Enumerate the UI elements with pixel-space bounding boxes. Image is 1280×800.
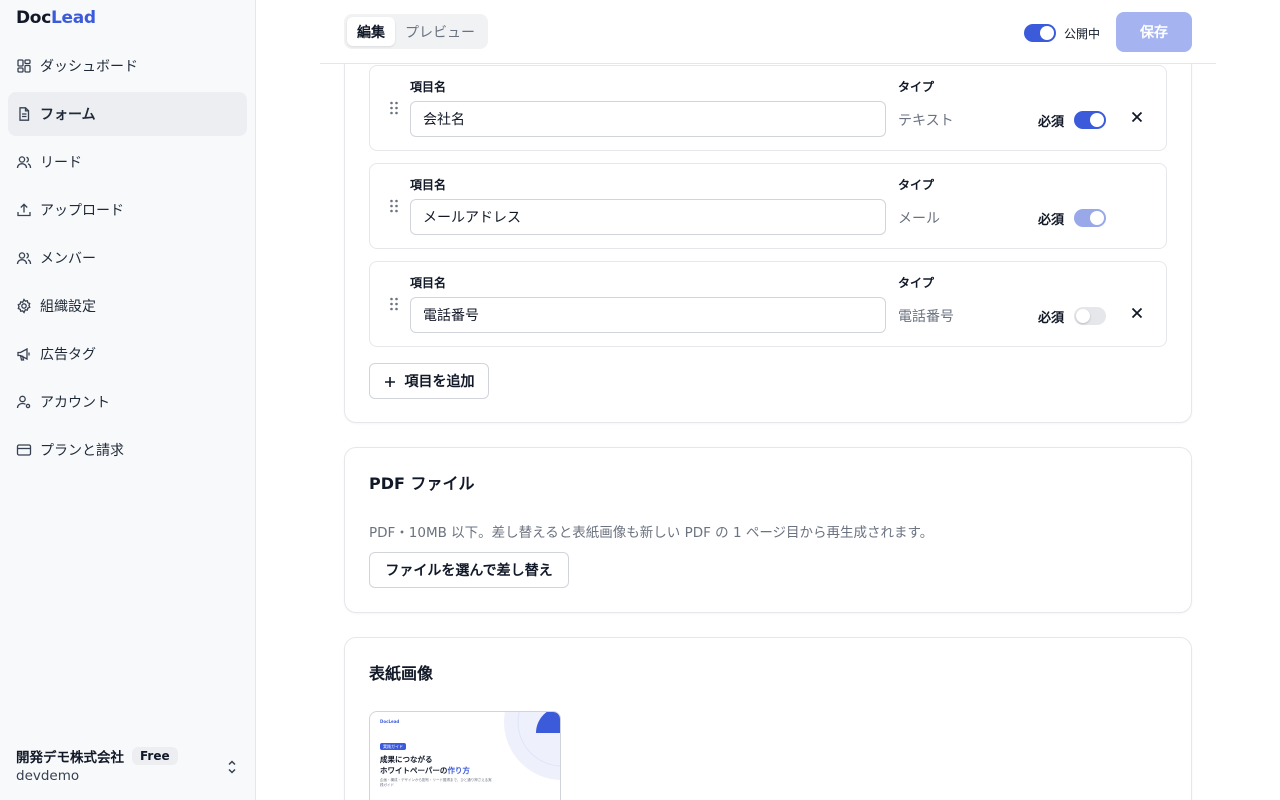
publish-toggle[interactable] bbox=[1024, 24, 1056, 42]
sidebar-item-label: アップロード bbox=[40, 203, 124, 219]
field-name-label: 項目名 bbox=[410, 80, 447, 94]
logo-text-lead: Lead bbox=[50, 8, 96, 28]
cover-thumbnail[interactable]: DocLead 実践ガイド 成果につながる ホワイトペーパーの作り方 企画・構成… bbox=[369, 711, 561, 800]
pdf-card-title: PDF ファイル bbox=[369, 474, 475, 493]
field-type-label: タイプ bbox=[898, 276, 935, 290]
org-slug: devdemo bbox=[16, 768, 80, 784]
drag-handle-icon[interactable] bbox=[388, 198, 400, 214]
pdf-file-card: PDF ファイル PDF・10MB 以下。差し替えると表紙画像も新しい PDF … bbox=[344, 447, 1192, 613]
credit-card-icon bbox=[16, 442, 32, 458]
sidebar-item-leads[interactable]: リード bbox=[8, 140, 247, 184]
cover-title: 成果につながる ホワイトペーパーの作り方 bbox=[380, 754, 470, 776]
cover-brand: DocLead bbox=[380, 719, 400, 724]
sidebar: DocLead ダッシュボード フォーム リード アップロード メンバー 組織設… bbox=[0, 0, 256, 800]
form-field-row: 項目名 メールアドレス タイプ メール 必須 bbox=[369, 163, 1167, 249]
sidebar-item-label: フォーム bbox=[40, 107, 96, 123]
replace-file-button[interactable]: ファイルを選んで差し替え bbox=[369, 552, 569, 588]
required-toggle[interactable] bbox=[1074, 307, 1106, 325]
dashboard-icon bbox=[16, 58, 32, 74]
required-label: 必須 bbox=[1038, 213, 1065, 228]
members-icon bbox=[16, 250, 32, 266]
sidebar-item-label: プランと請求 bbox=[40, 443, 124, 459]
field-name-input[interactable]: 電話番号 bbox=[410, 297, 886, 333]
cover-tag: 実践ガイド bbox=[380, 743, 406, 750]
sidebar-item-ad-tags[interactable]: 広告タグ bbox=[8, 332, 247, 376]
sidebar-item-label: アカウント bbox=[40, 395, 110, 411]
sidebar-item-forms[interactable]: フォーム bbox=[8, 92, 247, 136]
sidebar-item-org-settings[interactable]: 組織設定 bbox=[8, 284, 247, 328]
app-logo[interactable]: DocLead bbox=[16, 8, 96, 28]
sidebar-item-upload[interactable]: アップロード bbox=[8, 188, 247, 232]
field-name-input[interactable]: 会社名 bbox=[410, 101, 886, 137]
close-icon[interactable] bbox=[1130, 305, 1144, 319]
drag-handle-icon[interactable] bbox=[388, 296, 400, 312]
save-button[interactable]: 保存 bbox=[1116, 12, 1192, 52]
publish-control: 公開中 bbox=[1024, 24, 1100, 42]
editor-tabs: 編集 プレビュー bbox=[344, 14, 488, 49]
cover-title-line1: 成果につながる bbox=[380, 755, 433, 764]
plan-badge: Free bbox=[132, 747, 178, 765]
pdf-description: PDF・10MB 以下。差し替えると表紙画像も新しい PDF の 1 ページ目か… bbox=[369, 525, 934, 541]
field-type-value: メール bbox=[898, 211, 940, 227]
org-switcher[interactable]: 開発デモ株式会社 Free devdemo bbox=[16, 746, 246, 790]
field-type-label: タイプ bbox=[898, 80, 935, 94]
logo-text-doc: Doc bbox=[16, 8, 51, 28]
sidebar-item-dashboard[interactable]: ダッシュボード bbox=[8, 44, 247, 88]
field-type-label: タイプ bbox=[898, 178, 935, 192]
cover-image-card: 表紙画像 DocLead 実践ガイド 成果につながる ホワイトペーパーの作り方 … bbox=[344, 637, 1192, 800]
field-type-value: 電話番号 bbox=[898, 309, 954, 325]
sidebar-item-account[interactable]: アカウント bbox=[8, 380, 247, 424]
field-name-input[interactable]: メールアドレス bbox=[410, 199, 886, 235]
cover-subtitle: 企画・構成・デザインから配布・リード獲得まで、ひと通り押さえる実践ガイド bbox=[380, 778, 492, 787]
field-name-label: 項目名 bbox=[410, 178, 447, 192]
upload-icon bbox=[16, 202, 32, 218]
cover-card-title: 表紙画像 bbox=[369, 664, 434, 683]
users-icon bbox=[16, 154, 32, 170]
cover-title-line2b: 作り方 bbox=[447, 766, 470, 775]
cover-title-line2a: ホワイトペーパーの bbox=[380, 766, 448, 775]
required-toggle[interactable] bbox=[1074, 111, 1106, 129]
tab-preview[interactable]: プレビュー bbox=[395, 17, 485, 46]
org-name: 開発デモ株式会社 bbox=[16, 750, 124, 766]
sidebar-item-label: リード bbox=[40, 155, 82, 171]
sidebar-item-billing[interactable]: プランと請求 bbox=[8, 428, 247, 472]
account-icon bbox=[16, 394, 32, 410]
megaphone-icon bbox=[16, 346, 32, 362]
sidebar-nav: ダッシュボード フォーム リード アップロード メンバー 組織設定 広告タグ ア… bbox=[8, 44, 247, 476]
chevron-up-down-icon bbox=[224, 758, 240, 776]
field-name-label: 項目名 bbox=[410, 276, 447, 290]
add-field-label: 項目を追加 bbox=[404, 373, 475, 389]
form-field-row: 項目名 電話番号 タイプ 電話番号 必須 bbox=[369, 261, 1167, 347]
required-label: 必須 bbox=[1038, 311, 1065, 326]
form-icon bbox=[16, 106, 32, 122]
editor-header: 編集 プレビュー 公開中 保存 bbox=[320, 0, 1216, 64]
sidebar-item-members[interactable]: メンバー bbox=[8, 236, 247, 280]
required-toggle-disabled bbox=[1074, 209, 1106, 227]
sidebar-item-label: メンバー bbox=[40, 251, 96, 267]
close-icon[interactable] bbox=[1130, 109, 1144, 123]
required-label: 必須 bbox=[1038, 115, 1065, 130]
gear-icon bbox=[16, 298, 32, 314]
drag-handle-icon[interactable] bbox=[388, 100, 400, 116]
cover-title-line2: ホワイトペーパーの作り方 bbox=[380, 765, 470, 776]
field-type-value: テキスト bbox=[898, 113, 954, 129]
publish-status-label: 公開中 bbox=[1064, 26, 1101, 41]
sidebar-item-label: 広告タグ bbox=[40, 347, 96, 363]
add-field-button[interactable]: 項目を追加 bbox=[369, 363, 489, 399]
plus-icon bbox=[384, 375, 396, 387]
sidebar-item-label: 組織設定 bbox=[40, 299, 96, 315]
sidebar-item-label: ダッシュボード bbox=[40, 59, 138, 75]
form-field-row: 項目名 会社名 タイプ テキスト 必須 bbox=[369, 65, 1167, 151]
org-name-row: 開発デモ株式会社 Free bbox=[16, 746, 246, 766]
tab-edit[interactable]: 編集 bbox=[347, 17, 395, 46]
